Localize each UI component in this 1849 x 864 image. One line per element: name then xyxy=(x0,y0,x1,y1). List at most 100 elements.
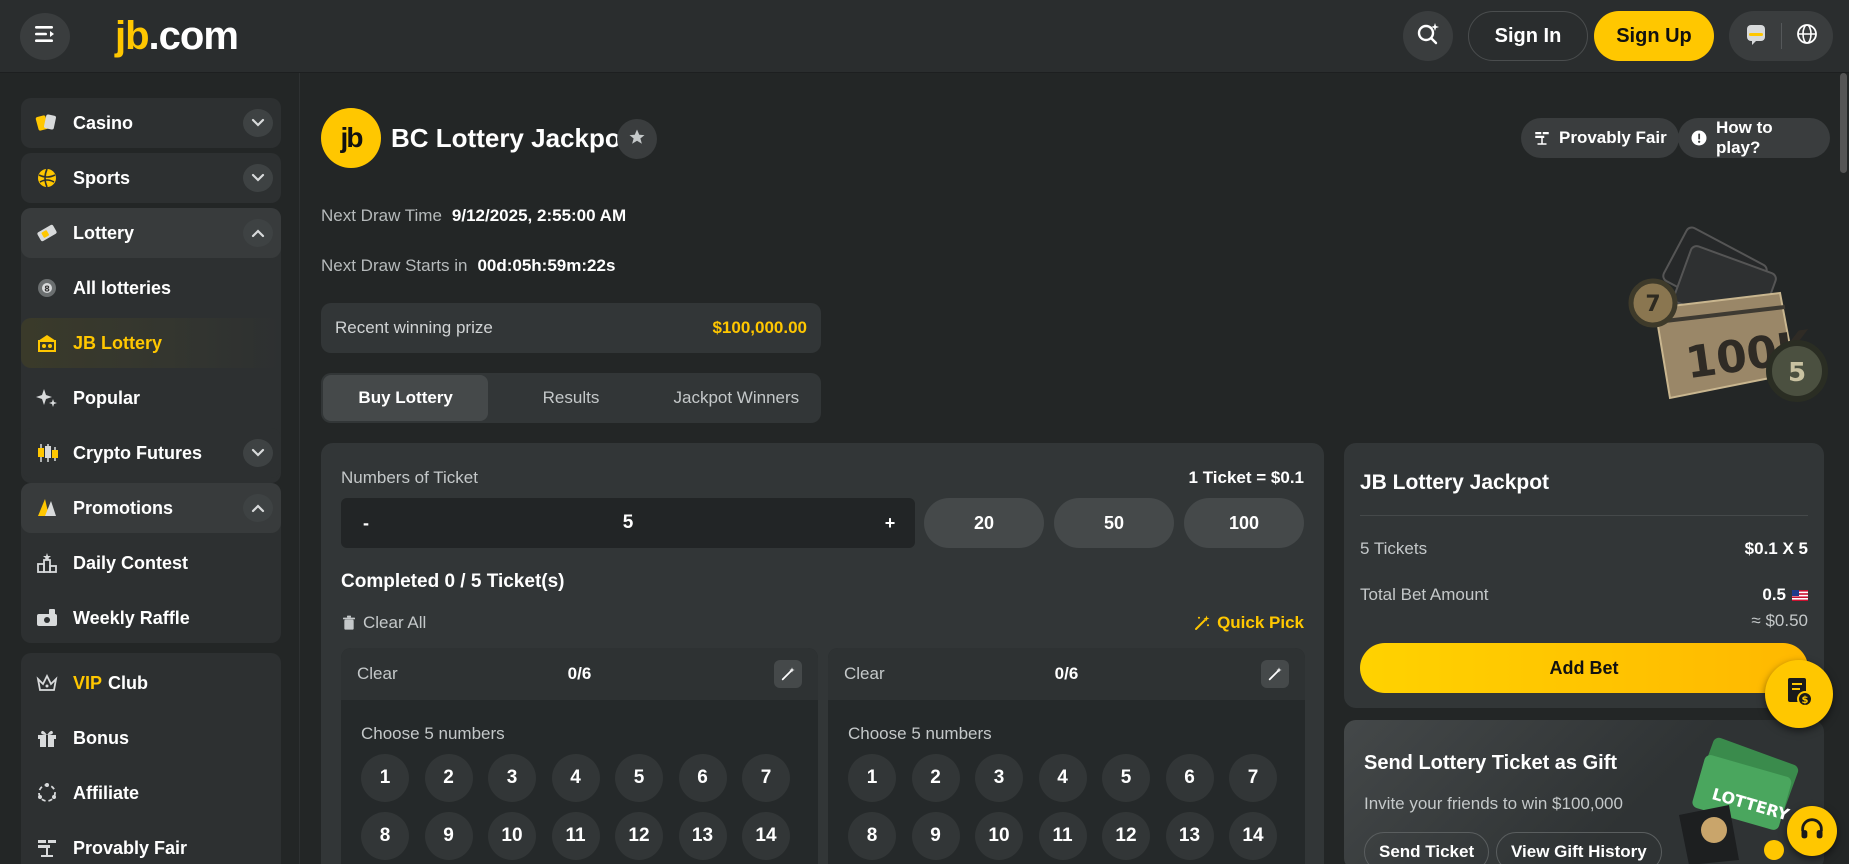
number-ball[interactable]: 10 xyxy=(975,812,1023,860)
preset-20-button[interactable]: 20 xyxy=(924,498,1044,548)
scrollbar-thumb[interactable] xyxy=(1840,73,1847,173)
decrease-button[interactable]: - xyxy=(341,498,391,548)
number-ball[interactable]: 13 xyxy=(1165,812,1214,860)
number-ball[interactable]: 14 xyxy=(1229,812,1277,860)
ticket-quick-pick-button[interactable] xyxy=(1261,660,1289,688)
tab-buy-lottery[interactable]: Buy Lottery xyxy=(323,375,489,421)
magic-wand-icon xyxy=(1268,667,1282,681)
sidebar-item-all-lotteries[interactable]: 8 All lotteries xyxy=(21,263,281,313)
how-to-play-label: How to play? xyxy=(1716,118,1773,157)
chevron-up-icon[interactable] xyxy=(243,219,273,247)
number-ball[interactable]: 7 xyxy=(1229,754,1277,802)
menu-toggle-button[interactable] xyxy=(20,13,70,60)
sidebar-label-sports: Sports xyxy=(73,167,131,188)
sidebar-group-extras: VIP Club Bonus Affiliate Provably Fair xyxy=(21,653,281,864)
svg-text:7: 7 xyxy=(1645,292,1660,317)
total-bet-row: Total Bet Amount 0.5 xyxy=(1360,585,1808,605)
number-ball[interactable]: 1 xyxy=(848,754,896,802)
sidebar-item-crypto-futures[interactable]: Crypto Futures xyxy=(21,428,281,478)
sidebar-item-provably-fair[interactable]: Provably Fair xyxy=(21,823,281,864)
ticket-price: 1 Ticket = $0.1 xyxy=(1188,468,1304,487)
number-ball[interactable]: 4 xyxy=(1038,754,1087,802)
sidebar-item-weekly-raffle[interactable]: Weekly Raffle xyxy=(21,593,281,643)
number-ball[interactable]: 7 xyxy=(742,754,790,802)
sidebar-label-provably-fair: Provably Fair xyxy=(73,837,188,858)
gift-title: Send Lottery Ticket as Gift xyxy=(1364,752,1618,774)
bet-slip-button[interactable]: $ xyxy=(1765,660,1833,728)
sidebar-item-lottery[interactable]: Lottery xyxy=(21,208,281,258)
number-ball[interactable]: 2 xyxy=(424,754,473,802)
number-ball[interactable]: 9 xyxy=(424,812,473,860)
tab-jackpot-winners[interactable]: Jackpot Winners xyxy=(654,375,819,421)
send-ticket-button[interactable]: Send Ticket xyxy=(1364,832,1490,864)
sidebar-item-bonus[interactable]: Bonus xyxy=(21,713,281,763)
lottery-tabs: Buy Lottery Results Jackpot Winners xyxy=(321,373,821,423)
bet-summary-title: JB Lottery Jackpot xyxy=(1360,471,1550,494)
increase-button[interactable]: + xyxy=(865,498,915,548)
support-chat-button[interactable] xyxy=(1787,806,1837,856)
chevron-down-icon[interactable] xyxy=(243,439,273,467)
number-ball[interactable]: 9 xyxy=(911,812,960,860)
sidebar-label-daily-contest: Daily Contest xyxy=(73,552,189,573)
ticket-quantity-value[interactable]: 5 xyxy=(391,512,865,534)
number-ball[interactable]: 11 xyxy=(1038,812,1087,860)
ticket-clear-button[interactable]: Clear xyxy=(844,664,885,684)
preset-100-button[interactable]: 100 xyxy=(1184,498,1304,548)
add-bet-button[interactable]: Add Bet xyxy=(1360,643,1808,693)
chevron-down-icon[interactable] xyxy=(243,109,273,137)
number-ball[interactable]: 6 xyxy=(678,754,727,802)
next-draw-countdown: Next Draw Starts in 00d:05h:59m:22s xyxy=(321,256,615,276)
sidebar-item-vip-club[interactable]: VIP Club xyxy=(21,658,281,708)
sign-up-button[interactable]: Sign Up xyxy=(1594,11,1714,61)
number-ball[interactable]: 13 xyxy=(678,812,727,860)
number-ball[interactable]: 12 xyxy=(1102,812,1150,860)
site-logo[interactable]: jb .com xyxy=(115,14,239,58)
magic-wand-icon xyxy=(1193,614,1211,632)
preset-50-button[interactable]: 50 xyxy=(1054,498,1174,548)
provably-fair-button[interactable]: Provably Fair xyxy=(1521,118,1679,158)
ticket-quick-pick-button[interactable] xyxy=(774,660,802,688)
clear-all-button[interactable]: Clear All xyxy=(341,613,426,633)
chat-icon[interactable] xyxy=(1744,22,1768,51)
globe-icon[interactable] xyxy=(1795,22,1819,51)
number-ball[interactable]: 6 xyxy=(1165,754,1214,802)
number-ball[interactable]: 11 xyxy=(551,812,600,860)
number-ball[interactable]: 1 xyxy=(361,754,409,802)
game-logo: jb xyxy=(321,108,381,168)
info-icon xyxy=(1690,129,1708,147)
favorite-button[interactable] xyxy=(617,119,657,159)
sign-in-button[interactable]: Sign In xyxy=(1468,11,1588,61)
number-ball[interactable]: 2 xyxy=(911,754,960,802)
number-ball[interactable]: 8 xyxy=(848,812,896,860)
tab-results[interactable]: Results xyxy=(488,375,653,421)
sidebar-item-promotions[interactable]: Promotions xyxy=(21,483,281,533)
number-ball[interactable]: 5 xyxy=(615,754,663,802)
view-gift-history-button[interactable]: View Gift History xyxy=(1496,832,1662,864)
quick-pick-button[interactable]: Quick Pick xyxy=(1193,613,1304,633)
star-icon xyxy=(628,128,646,151)
number-ball[interactable]: 3 xyxy=(975,754,1023,802)
sidebar-item-affiliate[interactable]: Affiliate xyxy=(21,768,281,818)
search-button[interactable] xyxy=(1403,11,1453,61)
number-ball[interactable]: 10 xyxy=(488,812,536,860)
sidebar-item-sports[interactable]: Sports xyxy=(21,153,281,203)
page-scrollbar[interactable] xyxy=(1838,73,1849,864)
number-ball[interactable]: 8 xyxy=(361,812,409,860)
number-ball[interactable]: 3 xyxy=(488,754,536,802)
sidebar-item-jb-lottery[interactable]: JB Lottery xyxy=(21,318,281,368)
sidebar-item-daily-contest[interactable]: Daily Contest xyxy=(21,538,281,588)
sidebar-item-casino[interactable]: Casino xyxy=(21,98,281,148)
number-ball[interactable]: 14 xyxy=(742,812,790,860)
sidebar-item-popular[interactable]: Popular xyxy=(21,373,281,423)
affiliate-icon xyxy=(35,781,59,805)
sidebar-group-promotions: Promotions Daily Contest Weekly Raffle xyxy=(21,483,281,643)
sidebar-label-lottery: Lottery xyxy=(73,222,135,243)
chevron-down-icon[interactable] xyxy=(243,164,273,192)
ticket-clear-button[interactable]: Clear xyxy=(357,664,398,684)
chevron-up-icon[interactable] xyxy=(243,494,273,522)
number-ball[interactable]: 4 xyxy=(551,754,600,802)
how-to-play-button[interactable]: How to play? xyxy=(1678,118,1830,158)
header-divider xyxy=(1780,23,1782,49)
number-ball[interactable]: 5 xyxy=(1102,754,1150,802)
number-ball[interactable]: 12 xyxy=(615,812,663,860)
